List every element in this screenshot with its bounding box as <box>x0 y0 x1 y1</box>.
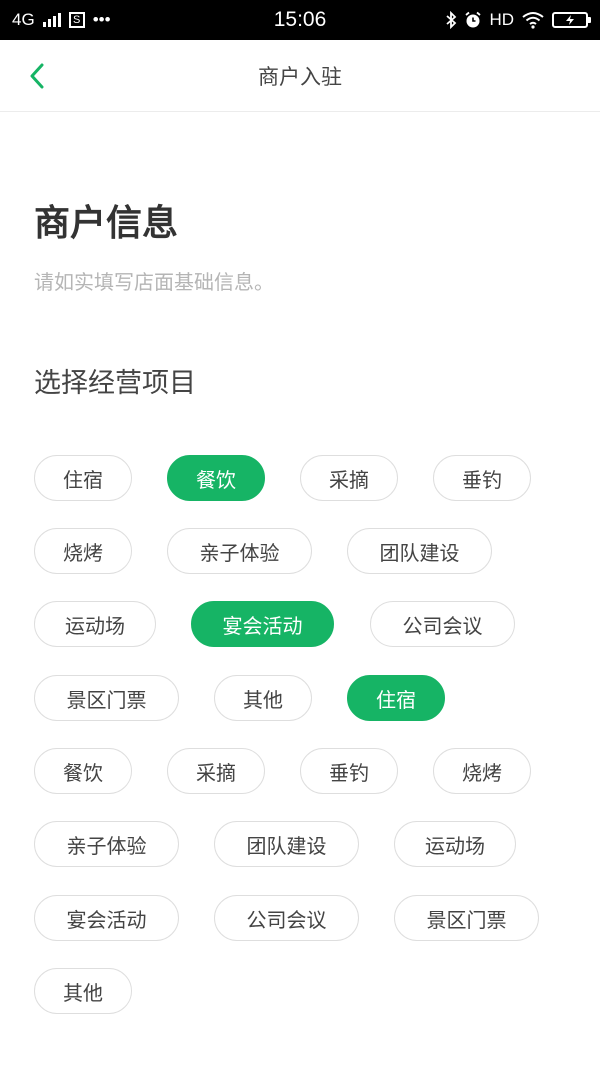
hd-label: HD <box>489 10 514 29</box>
tag-picking[interactable]: 采摘 <box>167 748 265 794</box>
tag-sports-field[interactable]: 运动场 <box>394 821 516 867</box>
nav-title: 商户入驻 <box>258 65 342 89</box>
bluetooth-icon <box>446 11 457 29</box>
alarm-icon <box>465 11 482 28</box>
tag-fishing[interactable]: 垂钓 <box>433 455 531 501</box>
section-title: 选择经营项目 <box>34 368 196 399</box>
tag-dining[interactable]: 餐饮 <box>34 748 132 794</box>
tag-banquet[interactable]: 宴会活动 <box>34 895 179 941</box>
status-right: HD <box>445 0 591 40</box>
battery-charging-icon <box>552 12 591 28</box>
tag-company-meeting[interactable]: 公司会议 <box>214 895 359 941</box>
tag-dining[interactable]: 餐饮 <box>167 455 265 501</box>
tag-fishing[interactable]: 垂钓 <box>300 748 398 794</box>
tag-other[interactable]: 其他 <box>214 675 312 721</box>
tag-team-building[interactable]: 团队建设 <box>214 821 359 867</box>
tag-bbq[interactable]: 烧烤 <box>433 748 531 794</box>
tag-lodging[interactable]: 住宿 <box>347 675 445 721</box>
tag-other[interactable]: 其他 <box>34 968 132 1014</box>
tag-parent-child[interactable]: 亲子体验 <box>34 821 179 867</box>
tag-parent-child[interactable]: 亲子体验 <box>167 528 312 574</box>
tag-banquet[interactable]: 宴会活动 <box>191 601 334 647</box>
tag-picking[interactable]: 采摘 <box>300 455 398 501</box>
tag-bbq[interactable]: 烧烤 <box>34 528 132 574</box>
tag-team-building[interactable]: 团队建设 <box>347 528 492 574</box>
tag-lodging[interactable]: 住宿 <box>34 455 132 501</box>
tag-sports-field[interactable]: 运动场 <box>34 601 156 647</box>
wifi-icon <box>522 12 544 29</box>
nav-bar: 商户入驻 <box>0 40 600 112</box>
tag-company-meeting[interactable]: 公司会议 <box>370 601 515 647</box>
next-section-peek <box>34 1056 104 1067</box>
tag-scenic-tickets[interactable]: 景区门票 <box>394 895 539 941</box>
page-title: 商户信息 <box>34 203 179 244</box>
status-bar: 4G S ••• 15:06 HD <box>0 0 600 40</box>
page-subtitle: 请如实填写店面基础信息。 <box>34 270 274 294</box>
tag-scenic-tickets[interactable]: 景区门票 <box>34 675 179 721</box>
